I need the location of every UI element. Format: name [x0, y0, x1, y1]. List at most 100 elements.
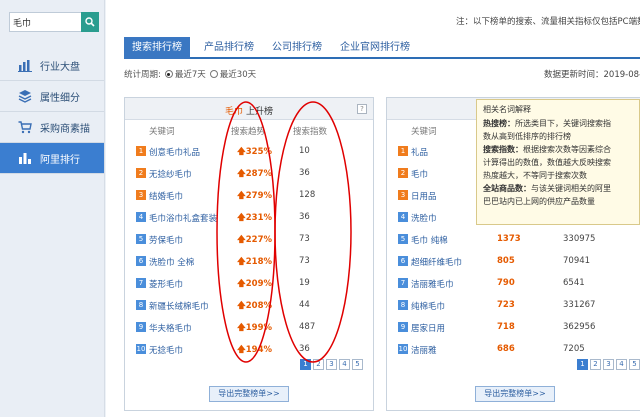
trend-value: 🡅325%	[237, 147, 273, 157]
update-time: 数据更新时间：2019-08-30	[544, 70, 640, 80]
keyword-link[interactable]: 礼品	[411, 146, 428, 158]
keyword-link[interactable]: 毛巾	[411, 168, 428, 180]
period-label: 统计周期:	[124, 70, 161, 80]
keyword-link[interactable]: 洗脸巾 全棉	[149, 256, 194, 268]
table-row[interactable]: 3 结婚毛巾 🡅279% 128	[125, 185, 373, 207]
keyword-link[interactable]: 洁丽雅	[411, 344, 437, 356]
rank-badge: 7	[136, 278, 146, 288]
trend-value: 🡅194%	[237, 345, 273, 355]
table-row[interactable]: 8 新疆长绒棉毛巾 🡅208% 44	[125, 295, 373, 317]
keyword-link[interactable]: 创意毛巾礼品	[149, 146, 200, 158]
index-value: 44	[299, 300, 310, 310]
sidebar-item-ranking[interactable]: 阿里排行	[0, 143, 104, 174]
table-row[interactable]: 2 无捻纱毛巾 🡅287% 36	[125, 163, 373, 185]
tooltip-line: 热度越大，不等同于搜索次数	[483, 171, 587, 180]
index-value: 36	[299, 344, 310, 354]
keyword-link[interactable]: 洁丽雅毛巾	[411, 278, 454, 290]
trend-value: 🡅218%	[237, 257, 273, 267]
keyword-link[interactable]: 无捻纱毛巾	[149, 168, 192, 180]
keyword-link[interactable]: 新疆长绒棉毛巾	[149, 300, 209, 312]
pagination: 1 2 3 4 5	[298, 359, 363, 370]
page-1[interactable]: 1	[300, 359, 311, 370]
ranking-icon	[19, 153, 31, 164]
export-button[interactable]: 导出完整榜单>>	[475, 386, 555, 402]
page-5[interactable]: 5	[352, 359, 363, 370]
table-row[interactable]: 7 菱形毛巾 🡅209% 19	[125, 273, 373, 295]
table-row[interactable]: 5 毛巾 纯棉 1373 330975	[387, 229, 640, 251]
product-count-value: 7205	[563, 344, 585, 354]
page-4[interactable]: 4	[616, 359, 627, 370]
trend-value: 🡅287%	[237, 169, 273, 179]
page-3[interactable]: 3	[603, 359, 614, 370]
page-4[interactable]: 4	[339, 359, 350, 370]
rank-badge: 3	[398, 190, 408, 200]
cart-icon	[18, 121, 32, 134]
table-row[interactable]: 6 超细纤维毛巾 805 70941	[387, 251, 640, 273]
keyword-link[interactable]: 毛巾浴巾礼盒套装	[149, 212, 217, 224]
page-2[interactable]: 2	[590, 359, 601, 370]
sidebar-item-label: 阿里排行	[40, 154, 80, 166]
table-row[interactable]: 8 纯棉毛巾 723 331267	[387, 295, 640, 317]
table-row[interactable]: 5 劳保毛巾 🡅227% 73	[125, 229, 373, 251]
keyword-link[interactable]: 华夫格毛巾	[149, 322, 192, 334]
tab-company-ranking[interactable]: 公司排行榜	[264, 37, 330, 59]
radio-7days-label: 最近7天	[174, 70, 206, 80]
search-index-value: 790	[497, 278, 515, 288]
keyword-link[interactable]: 日用品	[411, 190, 437, 202]
export-button[interactable]: 导出完整榜单>>	[209, 386, 289, 402]
product-count-value: 70941	[563, 256, 591, 266]
tooltip-line: 全站商品数：与该关键词相关的阿里	[483, 184, 611, 193]
sidebar-item-buyers[interactable]: 采购商素描	[0, 112, 104, 143]
sidebar-item-industry[interactable]: 行业大盘	[0, 50, 104, 81]
index-value: 73	[299, 234, 310, 244]
trend-value: 🡅231%	[237, 213, 273, 223]
keyword-link[interactable]: 劳保毛巾	[149, 234, 183, 246]
help-icon[interactable]: ?	[357, 104, 367, 114]
tooltip-line: 巴巴站内已上网的供应产品数量	[483, 197, 595, 206]
radio-7days[interactable]	[164, 70, 173, 78]
panel-header: 毛巾 上升榜 ?	[125, 98, 373, 120]
table-row[interactable]: 9 居家日用 718 362956	[387, 317, 640, 339]
product-count-value: 362956	[563, 322, 596, 332]
search-input[interactable]	[9, 12, 81, 32]
page-3[interactable]: 3	[326, 359, 337, 370]
radio-30days[interactable]	[209, 70, 218, 78]
tab-website-ranking[interactable]: 企业官网排行榜	[332, 37, 418, 59]
keyword-link[interactable]: 毛巾 纯棉	[411, 234, 448, 246]
rank-badge: 6	[398, 256, 408, 266]
table-row[interactable]: 10 无捻毛巾 🡅194% 36	[125, 339, 373, 361]
rank-badge: 10	[136, 344, 146, 354]
table-row[interactable]: 9 华夫格毛巾 🡅199% 487	[125, 317, 373, 339]
index-value: 36	[299, 168, 310, 178]
tooltip-line: 数从高到低排序的排行榜	[483, 132, 571, 141]
keyword-link[interactable]: 纯棉毛巾	[411, 300, 445, 312]
keyword-link[interactable]: 超细纤维毛巾	[411, 256, 462, 268]
search-index-value: 1373	[497, 234, 521, 244]
keyword-link[interactable]: 居家日用	[411, 322, 445, 334]
rising-ranking-panel: 毛巾 上升榜 ? 关键词 搜索趋势 搜索指数 1 创意毛巾礼品 🡅325% 10…	[124, 97, 374, 411]
table-row[interactable]: 10 洁丽雅 686 7205	[387, 339, 640, 361]
page-2[interactable]: 2	[313, 359, 324, 370]
panel-title-label: 上升榜	[245, 107, 273, 117]
product-count-value: 6541	[563, 278, 585, 288]
rank-badge: 2	[398, 168, 408, 178]
sidebar-item-attributes[interactable]: 属性细分	[0, 81, 104, 112]
table-row[interactable]: 6 洗脸巾 全棉 🡅218% 73	[125, 251, 373, 273]
table-row[interactable]: 1 创意毛巾礼品 🡅325% 10	[125, 141, 373, 163]
product-count-value: 330975	[563, 234, 596, 244]
tab-search-ranking[interactable]: 搜索排行榜	[124, 37, 190, 59]
keyword-link[interactable]: 菱形毛巾	[149, 278, 183, 290]
search-button[interactable]	[81, 12, 99, 32]
keyword-link[interactable]: 洗脸巾	[411, 212, 437, 224]
page-1[interactable]: 1	[577, 359, 588, 370]
keyword-link[interactable]: 无捻毛巾	[149, 344, 183, 356]
page-5[interactable]: 5	[629, 359, 640, 370]
search-icon	[85, 17, 95, 27]
data-note: 注：以下榜单的搜索、流量相关指标仅包括PC端数据	[456, 17, 640, 27]
table-row[interactable]: 4 毛巾浴巾礼盒套装 🡅231% 36	[125, 207, 373, 229]
index-value: 487	[299, 322, 316, 332]
sidebar: 行业大盘 属性细分 采购商素描 阿里排行	[0, 0, 105, 417]
tab-product-ranking[interactable]: 产品排行榜	[196, 37, 262, 59]
keyword-link[interactable]: 结婚毛巾	[149, 190, 183, 202]
table-row[interactable]: 7 洁丽雅毛巾 790 6541	[387, 273, 640, 295]
